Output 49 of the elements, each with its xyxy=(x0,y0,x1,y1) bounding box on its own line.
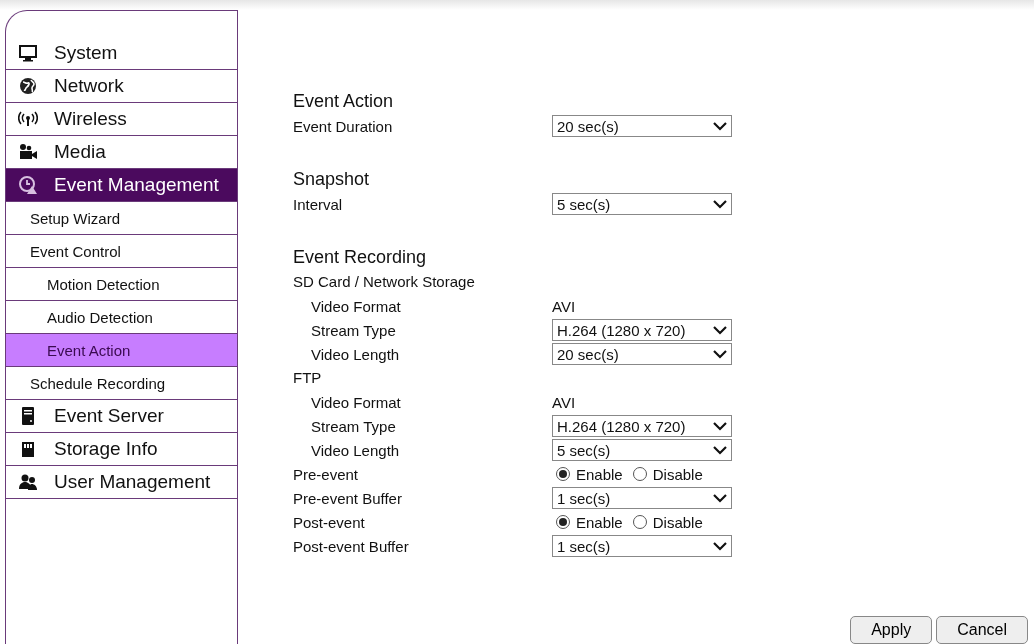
field-value: AVI xyxy=(552,297,576,315)
radio-label[interactable]: Disable xyxy=(652,465,703,483)
group-label: SD Card / Network Storage xyxy=(293,272,476,292)
field-label: Interval xyxy=(293,195,344,213)
chevron-down-icon xyxy=(713,445,727,455)
dropdown[interactable]: 1 sec(s) xyxy=(552,487,732,509)
radio-label[interactable]: Disable xyxy=(652,513,703,531)
clock-warning-icon xyxy=(18,175,38,195)
dropdown[interactable]: 20 sec(s) xyxy=(552,343,732,365)
field-label: Video Length xyxy=(310,441,401,459)
chevron-down-icon xyxy=(713,199,727,209)
field-label: Pre-event xyxy=(293,465,360,483)
dropdown[interactable]: 1 sec(s) xyxy=(552,535,732,557)
field-label: Stream Type xyxy=(310,417,397,435)
field-value: AVI xyxy=(552,393,576,411)
chevron-down-icon xyxy=(713,349,727,359)
users-icon xyxy=(18,472,38,492)
sidebar-item[interactable]: Event Action xyxy=(6,334,237,367)
chevron-down-icon xyxy=(713,121,727,131)
field-label: Post-event Buffer xyxy=(293,537,410,555)
chevron-down-icon xyxy=(713,421,727,431)
dropdown[interactable]: 5 sec(s) xyxy=(552,193,732,215)
wireless-icon xyxy=(18,109,38,129)
section-title: Event Action xyxy=(293,90,395,113)
dropdown[interactable]: 5 sec(s) xyxy=(552,439,732,461)
field-label: Pre-event Buffer xyxy=(293,489,403,507)
section-title: Event Recording xyxy=(293,246,428,269)
field-label: Post-event xyxy=(293,513,366,531)
radio-label[interactable]: Enable xyxy=(576,513,623,531)
chevron-down-icon xyxy=(713,325,727,335)
field-label: Video Format xyxy=(310,393,402,411)
field-label: Stream Type xyxy=(310,321,397,339)
monitor-icon xyxy=(18,43,38,63)
section-title: Snapshot xyxy=(293,168,371,191)
field-label: Video Length xyxy=(310,345,401,363)
field-label: Video Format xyxy=(310,297,402,315)
dropdown[interactable]: 20 sec(s) xyxy=(552,115,732,137)
chevron-down-icon xyxy=(713,493,727,503)
globe-icon xyxy=(18,76,38,96)
field-label: Event Duration xyxy=(293,117,394,135)
dropdown[interactable]: H.264 (1280 x 720) xyxy=(552,319,732,341)
radio-label[interactable]: Enable xyxy=(576,465,623,483)
video-camera-icon xyxy=(18,142,38,162)
dropdown[interactable]: H.264 (1280 x 720) xyxy=(552,415,732,437)
sidebar-item[interactable]: Event Management xyxy=(6,169,237,202)
chevron-down-icon xyxy=(713,541,727,551)
group-label: FTP xyxy=(293,368,323,388)
cancel-button[interactable]: Cancel xyxy=(936,616,1028,644)
apply-button[interactable]: Apply xyxy=(850,616,933,644)
